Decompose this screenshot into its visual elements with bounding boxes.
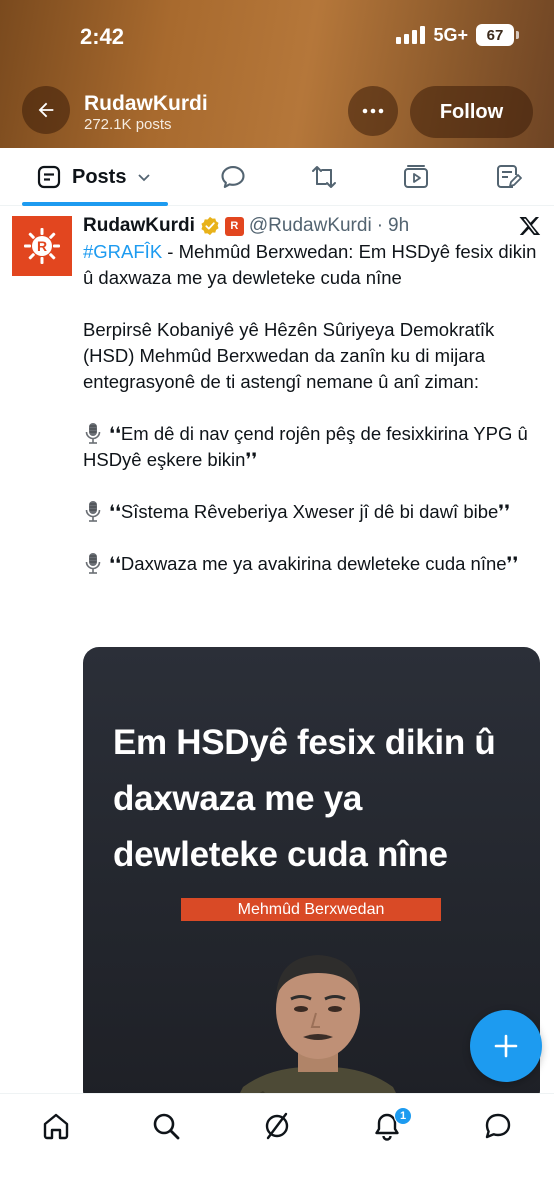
author-name[interactable]: RudawKurdi	[83, 215, 195, 237]
plus-icon	[494, 1034, 518, 1058]
compose-button[interactable]	[470, 1010, 542, 1082]
video-icon	[404, 165, 428, 188]
battery-level: 67	[486, 26, 504, 44]
affiliate-badge-icon: R	[224, 216, 244, 236]
verified-badge-icon	[201, 216, 219, 236]
tweet-time: 9h	[388, 215, 410, 236]
tab-articles[interactable]	[494, 160, 522, 194]
tab-reposts[interactable]	[309, 160, 339, 194]
tweet-header: RudawKurdi R @RudawKurdi · 9h	[83, 215, 409, 237]
tweet-text: #GRAFÎK - Mehmûd Berxwedan: Em HSDyê fes…	[83, 239, 543, 577]
media-name-label: Mehmûd Berxwedan	[181, 898, 441, 921]
battery-icon: 67	[476, 24, 519, 46]
posts-count: 272.1K posts	[84, 116, 172, 133]
time-separator: ·	[376, 215, 384, 236]
chevron-down-icon	[138, 174, 151, 182]
tab-replies[interactable]	[219, 160, 247, 194]
more-button[interactable]	[348, 86, 398, 136]
media-headline: Em HSDyê fesix dikin û daxwaza me ya dew…	[113, 723, 496, 874]
nav-home[interactable]	[40, 1110, 72, 1142]
avatar[interactable]: R	[12, 216, 72, 276]
back-arrow-icon	[38, 102, 54, 118]
reply-icon	[221, 166, 245, 188]
message-icon	[485, 1113, 511, 1139]
posts-icon	[37, 165, 61, 189]
hashtag-link[interactable]: #GRAFÎK	[83, 241, 162, 262]
article-icon	[497, 165, 522, 188]
search-icon	[153, 1113, 180, 1140]
tab-posts-label: Posts	[72, 165, 127, 188]
notification-count-badge: 1	[394, 1107, 412, 1125]
tab-videos[interactable]	[402, 160, 430, 194]
profile-tabs: Posts	[0, 148, 554, 206]
signal-icon	[396, 26, 426, 44]
grok-icon	[265, 1112, 289, 1140]
bottom-navigation: 1	[0, 1093, 554, 1200]
microphone-icon	[85, 553, 101, 574]
back-button[interactable]	[22, 86, 70, 134]
quote-2: ❛❛Sîstema Rêveberiya Xweser jî dê bi daw…	[109, 501, 511, 522]
profile-name: RudawKurdi	[84, 92, 208, 115]
network-label: 5G+	[433, 24, 468, 45]
svg-text:R: R	[37, 238, 47, 254]
profile-header: 2:42 5G+ 67 RudawKurdi 272.1K posts Foll…	[0, 0, 554, 148]
rudaw-logo-icon: R	[24, 228, 60, 264]
nav-grok[interactable]	[261, 1110, 293, 1142]
x-logo-icon	[519, 217, 541, 235]
status-time: 2:42	[80, 24, 125, 49]
active-tab-indicator	[22, 202, 168, 206]
more-icon	[362, 108, 384, 114]
nav-messages[interactable]	[482, 1110, 514, 1142]
status-indicators: 5G+ 67	[396, 24, 519, 46]
follow-button[interactable]: Follow	[410, 86, 533, 138]
portrait-photo	[233, 955, 403, 1107]
nav-search[interactable]	[150, 1110, 182, 1142]
microphone-icon	[85, 501, 101, 522]
repost-icon	[312, 166, 336, 188]
quote-1: ❛❛Em dê di nav çend rojên pêş de fesixki…	[83, 423, 528, 470]
tweet-paragraph: Berpirsê Kobaniyê yê Hêzên Sûriyeya Demo…	[83, 319, 495, 392]
home-icon	[43, 1113, 69, 1140]
author-handle: @RudawKurdi	[248, 215, 372, 236]
microphone-icon	[85, 423, 101, 444]
tab-posts[interactable]: Posts	[36, 160, 152, 194]
quote-3: ❛❛Daxwaza me ya avakirina dewleteke cuda…	[109, 553, 519, 574]
